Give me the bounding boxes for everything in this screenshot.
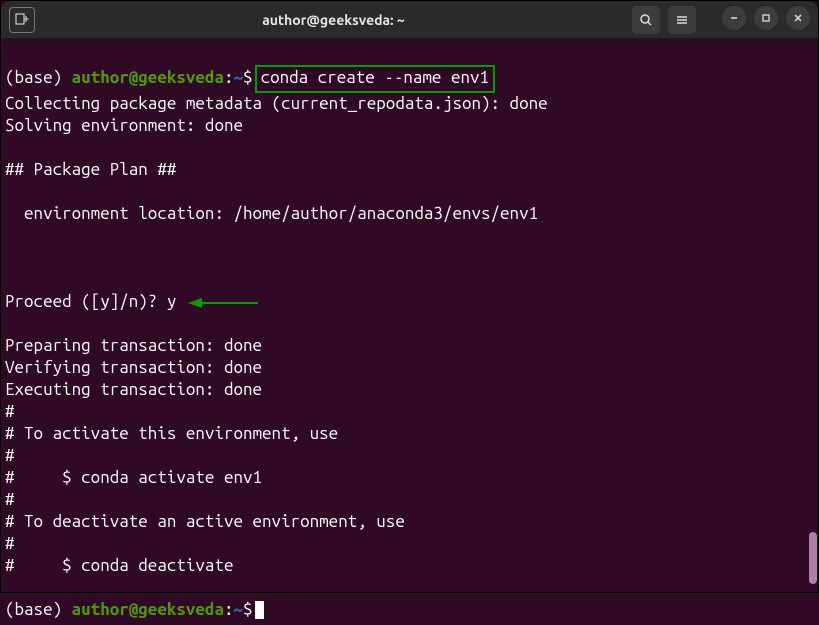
command-text: conda create --name env1 <box>261 68 489 87</box>
output-line: Executing transaction: done <box>5 380 262 399</box>
output-line: Solving environment: done <box>5 116 243 135</box>
scrollbar-thumb[interactable] <box>809 532 817 584</box>
arrow-annotation-icon <box>188 296 258 310</box>
output-line: # To activate this environment, use <box>5 424 338 443</box>
output-line: ## Package Plan ## <box>5 160 176 179</box>
prompt2-userhost: author@geeksveda <box>72 600 224 619</box>
maximize-button[interactable] <box>754 6 778 30</box>
prompt-dollar: $ <box>243 68 253 87</box>
terminal-body[interactable]: (base) author@geeksveda:~$conda create -… <box>1 39 818 625</box>
cursor <box>255 601 264 619</box>
output-line: # <box>5 490 15 509</box>
prompt2-base: (base) <box>5 600 72 619</box>
menu-button[interactable] <box>668 6 696 34</box>
prompt-path: ~ <box>234 68 244 87</box>
prompt-sep: : <box>224 68 234 87</box>
output-line: # $ conda deactivate <box>5 556 233 575</box>
output-line: # <box>5 534 15 553</box>
output-proceed: Proceed ([y]/n)? y <box>5 292 176 311</box>
scrollbar[interactable] <box>809 44 817 584</box>
prompt-base: (base) <box>5 68 72 87</box>
prompt-userhost: author@geeksveda <box>72 68 224 87</box>
new-tab-button[interactable] <box>9 7 35 33</box>
output-line: Preparing transaction: done <box>5 336 262 355</box>
prompt2-dollar: $ <box>243 600 253 619</box>
output-line: # <box>5 402 15 421</box>
output-line: environment location: /home/author/anaco… <box>5 204 538 223</box>
prompt2-path: ~ <box>234 600 244 619</box>
titlebar: author@geeksveda: ~ <box>1 1 818 39</box>
minimize-button[interactable] <box>722 6 746 30</box>
output-line: # <box>5 446 15 465</box>
output-line: # To deactivate an active environment, u… <box>5 512 405 531</box>
close-button[interactable] <box>786 6 810 30</box>
search-button[interactable] <box>632 6 660 34</box>
output-line: Collecting package metadata (current_rep… <box>5 94 548 113</box>
output-line: Verifying transaction: done <box>5 358 262 377</box>
prompt2-sep: : <box>224 600 234 619</box>
window-title: author@geeksveda: ~ <box>35 9 632 31</box>
output-line: # $ conda activate env1 <box>5 468 262 487</box>
highlighted-command: conda create --name env1 <box>255 65 495 93</box>
